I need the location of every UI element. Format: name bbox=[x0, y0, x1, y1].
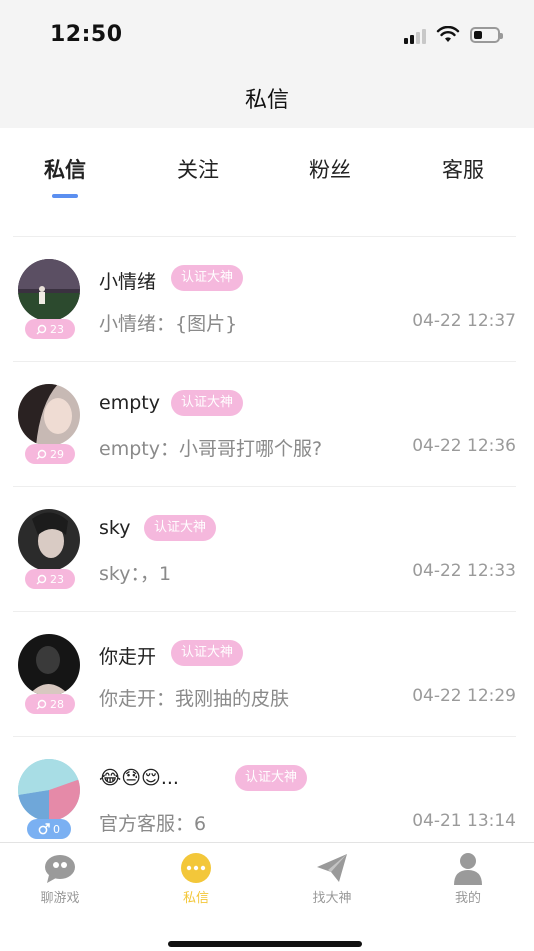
message-time: 04-22 12:33 bbox=[412, 561, 516, 581]
conversation-name: 小情绪 bbox=[99, 271, 157, 293]
conversation-name: 你走开 bbox=[99, 646, 157, 668]
heat-count: 0 bbox=[53, 822, 60, 836]
conversation-name: sky bbox=[99, 517, 131, 539]
heat-count-badge: 28 bbox=[25, 694, 75, 714]
person-icon bbox=[454, 853, 482, 885]
conversation-row[interactable]: 23 小情绪 认证大神 小情绪：{图片} 04-22 12:37 bbox=[13, 236, 516, 361]
nav-bar: 私信 bbox=[0, 70, 534, 128]
conversation-list: 23 小情绪 认证大神 小情绪：{图片} 04-22 12:37 29 empt… bbox=[13, 236, 516, 861]
bottom-tab-find-master[interactable]: 找大神 bbox=[282, 851, 382, 906]
heat-count-badge: 23 bbox=[25, 569, 75, 589]
tab-customer-service[interactable]: 客服 bbox=[423, 154, 503, 184]
bottom-tab-chat-game[interactable]: 聊游戏 bbox=[10, 851, 110, 906]
conversation-row[interactable]: 28 你走开 认证大神 你走开：我刚抽的皮肤 04-22 12:29 bbox=[13, 611, 516, 736]
tab-active-indicator bbox=[52, 194, 78, 198]
message-preview: 小情绪：{图片} bbox=[99, 313, 238, 335]
tab-bar: 私信 关注 粉丝 客服 bbox=[0, 128, 534, 208]
verified-badge: 认证大神 bbox=[171, 390, 244, 416]
search-icon bbox=[36, 574, 47, 584]
conversation-name: empty bbox=[99, 392, 160, 414]
verified-badge: 认证大神 bbox=[171, 640, 244, 666]
conversation-row[interactable]: 23 sky 认证大神 sky：，1 04-22 12:33 bbox=[13, 486, 516, 611]
message-preview: sky：，1 bbox=[99, 563, 172, 585]
status-icons bbox=[404, 26, 503, 44]
avatar[interactable] bbox=[18, 259, 80, 321]
message-time: 04-21 13:14 bbox=[412, 811, 516, 831]
heat-count-badge: 23 bbox=[25, 319, 75, 339]
status-bar: 12:50 bbox=[0, 0, 534, 70]
search-icon bbox=[36, 699, 47, 709]
home-indicator bbox=[168, 941, 362, 947]
page-title: 私信 bbox=[244, 88, 289, 113]
heat-count: 28 bbox=[50, 697, 64, 711]
paper-plane-icon bbox=[317, 854, 347, 882]
heat-count: 29 bbox=[50, 447, 64, 461]
search-icon bbox=[36, 449, 47, 459]
message-preview: 官方客服：6 bbox=[99, 813, 207, 835]
verified-badge: 认证大神 bbox=[235, 765, 308, 791]
avatar[interactable] bbox=[18, 509, 80, 571]
gender-badge: 0 bbox=[27, 819, 71, 839]
message-bubble-icon bbox=[181, 853, 211, 883]
bottom-tab-bar: 聊游戏 私信 找大神 我的 bbox=[0, 842, 534, 951]
status-time: 12:50 bbox=[50, 22, 123, 47]
chat-game-icon bbox=[45, 855, 75, 883]
message-preview: empty：小哥哥打哪个服? bbox=[99, 438, 323, 460]
bottom-tab-label: 私信 bbox=[182, 891, 209, 906]
verified-badge: 认证大神 bbox=[144, 515, 217, 541]
tab-following[interactable]: 关注 bbox=[158, 154, 238, 184]
message-time: 04-22 12:29 bbox=[412, 686, 516, 706]
tab-fans[interactable]: 粉丝 bbox=[290, 154, 370, 184]
conversation-name: 😂😓😌... bbox=[99, 767, 179, 789]
heat-count: 23 bbox=[50, 322, 64, 336]
battery-icon bbox=[470, 27, 503, 43]
wifi-icon bbox=[436, 26, 460, 42]
conversation-row[interactable]: 29 empty 认证大神 empty：小哥哥打哪个服? 04-22 12:36 bbox=[13, 361, 516, 486]
bottom-tab-mine[interactable]: 我的 bbox=[418, 851, 518, 906]
cellular-signal-icon bbox=[404, 26, 426, 44]
tab-messages[interactable]: 私信 bbox=[25, 154, 105, 184]
avatar[interactable] bbox=[18, 759, 80, 821]
verified-badge: 认证大神 bbox=[171, 265, 244, 291]
bottom-tab-label: 我的 bbox=[454, 891, 481, 906]
message-time: 04-22 12:37 bbox=[412, 311, 516, 331]
avatar[interactable] bbox=[18, 384, 80, 446]
bottom-tab-label: 找大神 bbox=[312, 891, 352, 906]
heat-count: 23 bbox=[50, 572, 64, 586]
message-time: 04-22 12:36 bbox=[412, 436, 516, 456]
message-preview: 你走开：我刚抽的皮肤 bbox=[99, 688, 290, 710]
bottom-tab-messages[interactable]: 私信 bbox=[146, 851, 246, 906]
bottom-tab-label: 聊游戏 bbox=[40, 891, 80, 906]
heat-count-badge: 29 bbox=[25, 444, 75, 464]
avatar[interactable] bbox=[18, 634, 80, 696]
male-icon bbox=[38, 823, 50, 835]
search-icon bbox=[36, 324, 47, 334]
